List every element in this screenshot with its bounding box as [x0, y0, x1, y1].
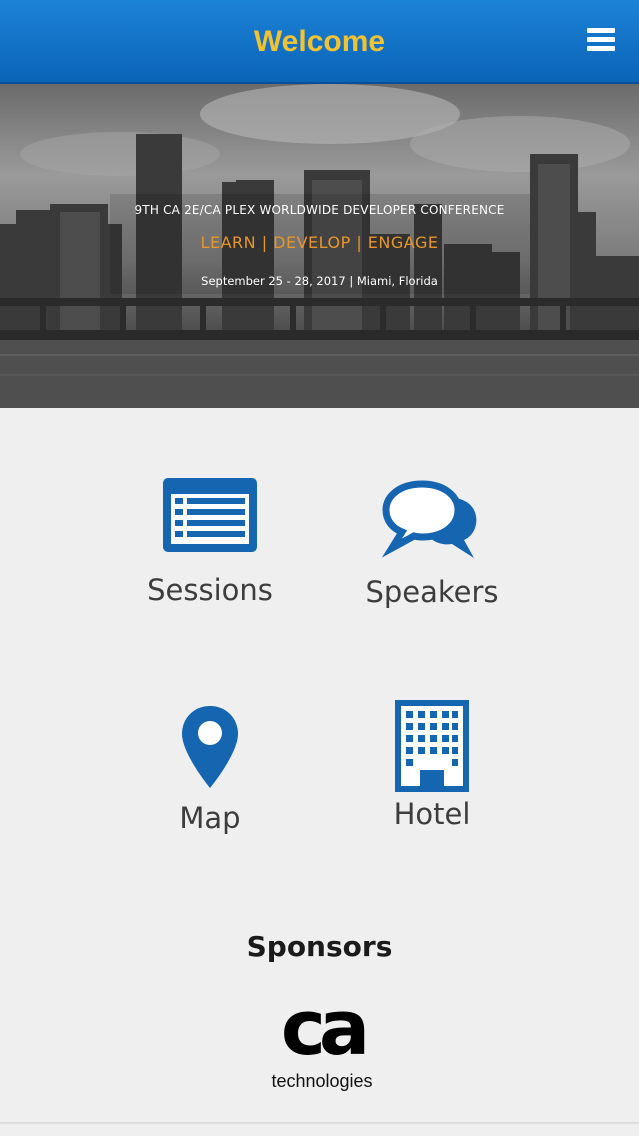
sessions-label: Sessions — [147, 573, 273, 607]
map-button[interactable]: Map — [140, 704, 280, 844]
list-icon — [163, 478, 257, 552]
conference-dates: September 25 - 28, 2017 | Miami, Florida — [201, 274, 438, 288]
hotel-button[interactable]: Hotel — [362, 698, 502, 844]
ca-technologies-logo[interactable]: ca technologies — [262, 988, 382, 1096]
page-title: Welcome — [253, 25, 386, 58]
logo-sub-text: technologies — [271, 1071, 373, 1091]
hotel-label: Hotel — [393, 797, 471, 831]
conference-name: 9TH CA 2E/CA PLEX WORLDWIDE DEVELOPER CO… — [134, 203, 505, 217]
bottom-divider — [0, 1122, 639, 1124]
logo-main-text: ca — [280, 983, 370, 1072]
map-label: Map — [179, 801, 241, 835]
sponsors-heading: Sponsors — [246, 930, 393, 963]
building-icon — [395, 700, 469, 792]
app-header: Welcome — [0, 0, 639, 84]
map-pin-icon — [182, 706, 238, 788]
conference-tagline: LEARN | DEVELOP | ENGAGE — [200, 233, 439, 252]
hero-banner: 9TH CA 2E/CA PLEX WORLDWIDE DEVELOPER CO… — [0, 84, 639, 408]
sessions-button[interactable]: Sessions — [120, 476, 300, 616]
speakers-button[interactable]: Speakers — [342, 480, 522, 616]
speakers-label: Speakers — [365, 575, 499, 609]
chat-bubbles-icon — [382, 480, 477, 558]
hamburger-menu-icon[interactable] — [585, 26, 617, 54]
